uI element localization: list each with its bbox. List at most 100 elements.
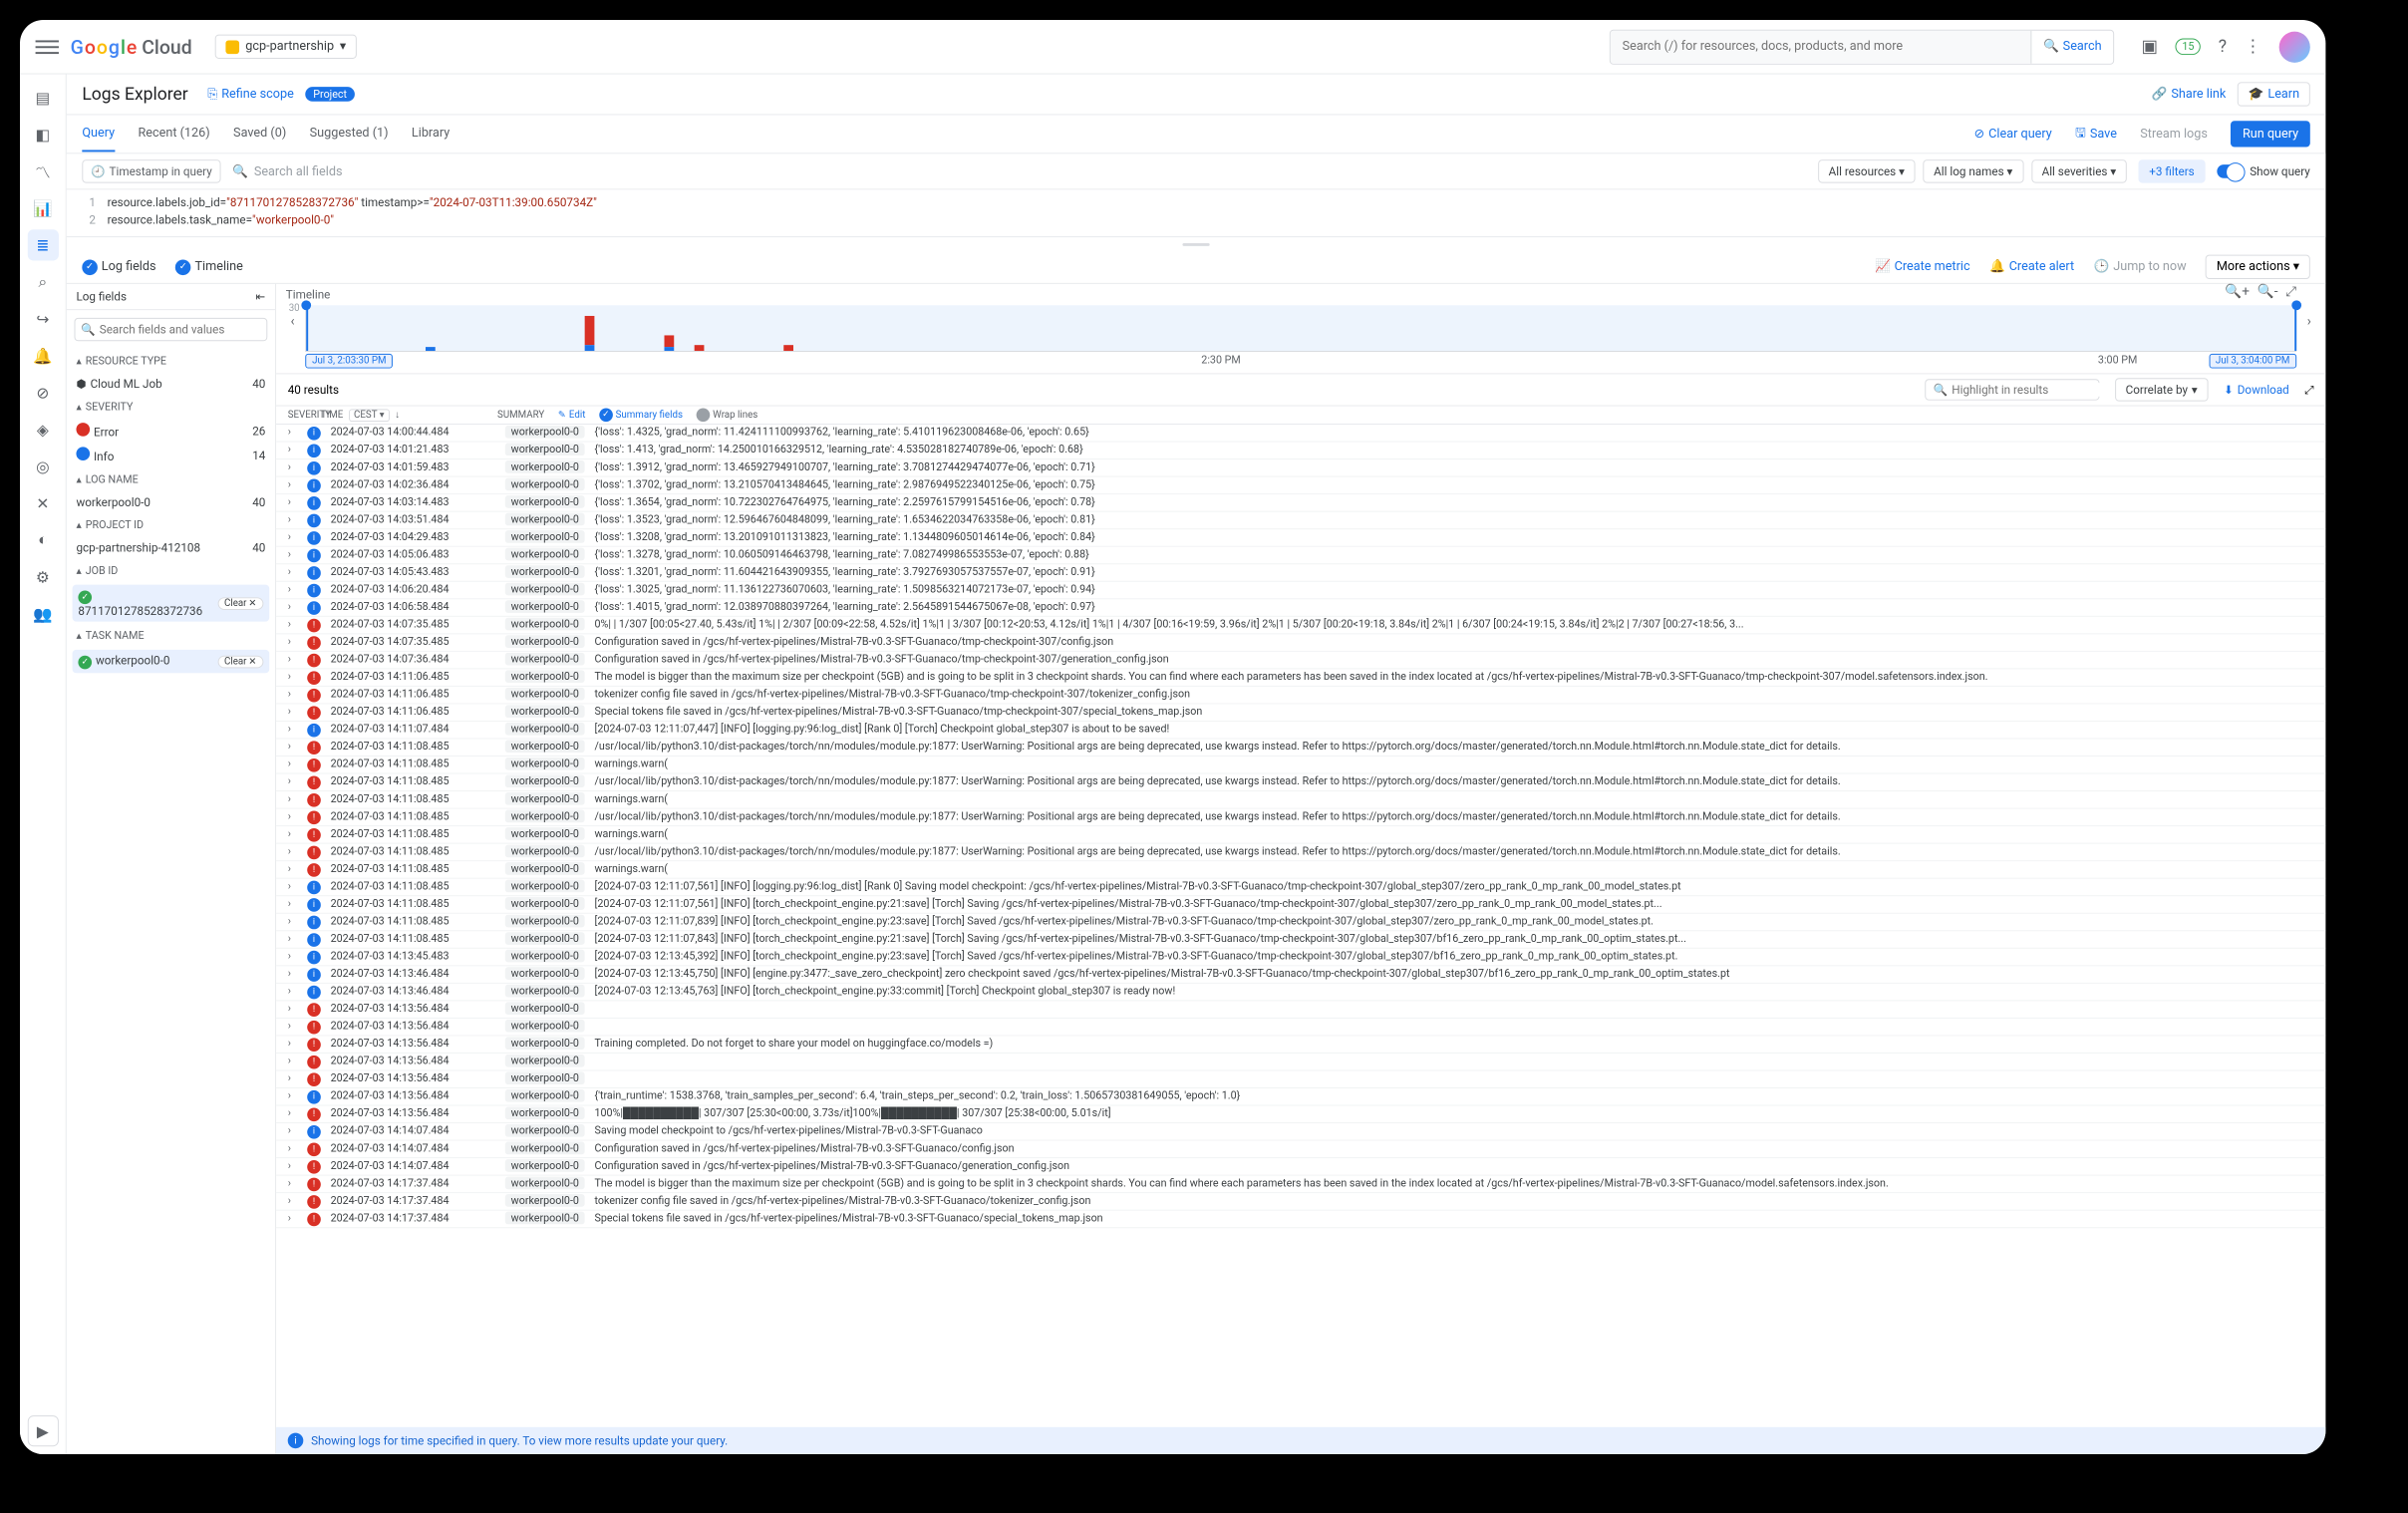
save-query-button[interactable]: 🖫Save bbox=[2075, 124, 2117, 145]
timezone-pill[interactable]: CEST ▾ bbox=[349, 409, 389, 422]
log-fields-search[interactable]: 🔍 bbox=[75, 318, 268, 341]
expand-icon[interactable]: › bbox=[288, 1089, 298, 1102]
expand-icon[interactable]: › bbox=[288, 950, 298, 963]
project-id-item[interactable]: gcp-partnership-41210840 bbox=[67, 537, 275, 558]
log-row[interactable]: ›!2024-07-03 14:11:06.485workerpool0-0Sp… bbox=[276, 704, 2325, 722]
expand-icon[interactable]: › bbox=[288, 932, 298, 945]
log-row[interactable]: ›!2024-07-03 14:13:56.484workerpool0-0Tr… bbox=[276, 1036, 2325, 1054]
expand-icon[interactable]: › bbox=[288, 1212, 298, 1225]
log-row[interactable]: ›i2024-07-03 14:13:46.484workerpool0-0[2… bbox=[276, 984, 2325, 1002]
rail-expand-button[interactable]: ▶ bbox=[27, 1415, 58, 1446]
nav-menu-icon[interactable] bbox=[36, 35, 59, 58]
show-query-toggle[interactable]: Show query bbox=[2217, 164, 2310, 178]
help-icon[interactable]: ? bbox=[2219, 37, 2227, 57]
timeline-toggle[interactable]: ✓Timeline bbox=[175, 259, 243, 275]
global-search-input[interactable] bbox=[1611, 30, 2030, 63]
collapse-icon[interactable]: ⇤ bbox=[256, 290, 266, 304]
expand-icon[interactable]: › bbox=[288, 1124, 298, 1137]
log-row[interactable]: ›!2024-07-03 14:11:08.485workerpool0-0 w… bbox=[276, 791, 2325, 809]
log-fields-toggle[interactable]: ✓Log fields bbox=[82, 259, 155, 275]
expand-icon[interactable]: › bbox=[288, 827, 298, 840]
global-search[interactable]: 🔍 Search bbox=[1610, 29, 2114, 64]
resource-type-item[interactable]: ⬢Cloud ML Job40 bbox=[67, 373, 275, 394]
rail-item-trace[interactable]: ✕ bbox=[27, 487, 58, 518]
rail-item-profiler[interactable]: ◐ bbox=[27, 524, 58, 555]
log-row[interactable]: ›i2024-07-03 14:06:58.484workerpool0-0{'… bbox=[276, 599, 2325, 617]
section-job-id[interactable]: ▴ JOB ID bbox=[67, 558, 275, 582]
expand-icon[interactable]: › bbox=[288, 1177, 298, 1190]
timeline-next-button[interactable]: › bbox=[2300, 311, 2318, 332]
toggle-switch[interactable] bbox=[2217, 164, 2244, 178]
rail-item-overview[interactable]: ◧ bbox=[27, 119, 58, 150]
expand-icon[interactable]: › bbox=[288, 635, 298, 648]
log-row[interactable]: ›i2024-07-03 14:03:14.483workerpool0-0{'… bbox=[276, 494, 2325, 512]
tab-library[interactable]: Library bbox=[412, 116, 450, 151]
job-id-item[interactable]: ✓8711701278528372736 Clear ✕ bbox=[73, 585, 270, 622]
log-row[interactable]: ›i2024-07-03 14:04:29.483workerpool0-0{'… bbox=[276, 529, 2325, 547]
expand-icon[interactable]: › bbox=[288, 985, 298, 998]
query-editor[interactable]: 1resource.labels.job_id="871170127852837… bbox=[67, 189, 2326, 237]
share-link-button[interactable]: 🔗Share link bbox=[2152, 87, 2227, 102]
scope-chip[interactable]: Project bbox=[305, 87, 354, 102]
expand-icon[interactable]: › bbox=[288, 600, 298, 613]
section-severity[interactable]: ▴ SEVERITY bbox=[67, 395, 275, 419]
expand-icon[interactable]: › bbox=[288, 513, 298, 526]
sort-icon[interactable]: ↓ bbox=[395, 410, 400, 421]
log-row[interactable]: ›!2024-07-03 14:11:08.485workerpool0-0 w… bbox=[276, 861, 2325, 879]
rail-item-router[interactable]: ↪ bbox=[27, 303, 58, 334]
expand-icon[interactable]: › bbox=[288, 740, 298, 753]
expand-icon[interactable]: › bbox=[288, 1159, 298, 1172]
expand-icon[interactable]: › bbox=[288, 1037, 298, 1050]
log-name-item[interactable]: workerpool0-040 bbox=[67, 491, 275, 512]
terminal-icon[interactable]: ▣ bbox=[2141, 37, 2158, 57]
learn-button[interactable]: 🎓Learn bbox=[2238, 82, 2310, 106]
more-actions-button[interactable]: More actions ▾ bbox=[2206, 255, 2310, 279]
expand-icon[interactable]: › bbox=[288, 1020, 298, 1033]
log-row[interactable]: ›!2024-07-03 14:11:08.485workerpool0-0 w… bbox=[276, 756, 2325, 774]
expand-icon[interactable]: › bbox=[288, 723, 298, 736]
log-row[interactable]: ›i2024-07-03 14:00:44.484workerpool0-0{'… bbox=[276, 425, 2325, 443]
log-row[interactable]: ›i2024-07-03 14:02:36.484workerpool0-0{'… bbox=[276, 477, 2325, 495]
expand-icon[interactable]: › bbox=[288, 426, 298, 439]
expand-icon[interactable]: › bbox=[288, 1194, 298, 1207]
search-fields-input[interactable]: 🔍Search all fields bbox=[232, 164, 1806, 179]
highlight-input[interactable]: 🔍 bbox=[1925, 379, 2099, 400]
trial-badge[interactable]: 15 bbox=[2176, 38, 2202, 55]
section-project-id[interactable]: ▴ PROJECT ID bbox=[67, 513, 275, 537]
log-row[interactable]: ›i2024-07-03 14:11:07.484workerpool0-0[2… bbox=[276, 722, 2325, 740]
clear-query-button[interactable]: ⊘Clear query bbox=[1974, 127, 2052, 142]
expand-icon[interactable]: › bbox=[288, 548, 298, 561]
expand-icon[interactable]: › bbox=[288, 1002, 298, 1015]
rail-item-chart[interactable]: 📊 bbox=[27, 192, 58, 223]
log-row[interactable]: ›i2024-07-03 14:06:20.484workerpool0-0{'… bbox=[276, 582, 2325, 600]
rail-item-uptime[interactable]: ◈ bbox=[27, 414, 58, 445]
log-row[interactable]: ›!2024-07-03 14:13:56.484workerpool0-0 bbox=[276, 1001, 2325, 1019]
tab-query[interactable]: Query bbox=[82, 116, 115, 151]
rail-item-groups[interactable]: 👥 bbox=[27, 598, 58, 629]
expand-icon[interactable]: › bbox=[288, 1142, 298, 1155]
log-row[interactable]: ›!2024-07-03 14:14:07.484workerpool0-0Co… bbox=[276, 1141, 2325, 1159]
expand-icon[interactable]: › bbox=[288, 862, 298, 875]
section-log-name[interactable]: ▴ LOG NAME bbox=[67, 467, 275, 491]
log-row[interactable]: ›i2024-07-03 14:11:08.485workerpool0-0[2… bbox=[276, 896, 2325, 914]
task-name-item[interactable]: ✓workerpool0-0 Clear ✕ bbox=[73, 650, 270, 673]
zoom-out-icon[interactable]: 🔍- bbox=[2258, 284, 2278, 300]
expand-icon[interactable]: ⤢ bbox=[2304, 383, 2313, 398]
expand-icon[interactable]: › bbox=[288, 444, 298, 456]
expand-icon[interactable]: › bbox=[288, 845, 298, 858]
rail-item-debug[interactable]: ⚙ bbox=[27, 561, 58, 592]
project-picker[interactable]: gcp-partnership ▾ bbox=[215, 35, 357, 59]
log-row[interactable]: ›!2024-07-03 14:17:37.484workerpool0-0Sp… bbox=[276, 1211, 2325, 1229]
zoom-reset-icon[interactable]: ⤢ bbox=[2285, 284, 2296, 300]
log-row[interactable]: ›!2024-07-03 14:17:37.484workerpool0-0to… bbox=[276, 1193, 2325, 1211]
rail-item-slo[interactable]: ◎ bbox=[27, 451, 58, 481]
log-row[interactable]: ›i2024-07-03 14:13:46.484workerpool0-0[2… bbox=[276, 966, 2325, 984]
expand-icon[interactable]: › bbox=[288, 1106, 298, 1119]
rail-item-metrics[interactable]: 〽 bbox=[27, 155, 58, 186]
zoom-in-icon[interactable]: 🔍+ bbox=[2225, 284, 2250, 300]
more-vert-icon[interactable]: ⋮ bbox=[2245, 37, 2262, 57]
log-row[interactable]: ›i2024-07-03 14:01:59.483workerpool0-0{'… bbox=[276, 459, 2325, 477]
log-row[interactable]: ›!2024-07-03 14:07:35.485workerpool0-0Co… bbox=[276, 634, 2325, 652]
extra-filters-chip[interactable]: +3 filters bbox=[2139, 159, 2206, 182]
expand-icon[interactable]: › bbox=[288, 653, 298, 666]
